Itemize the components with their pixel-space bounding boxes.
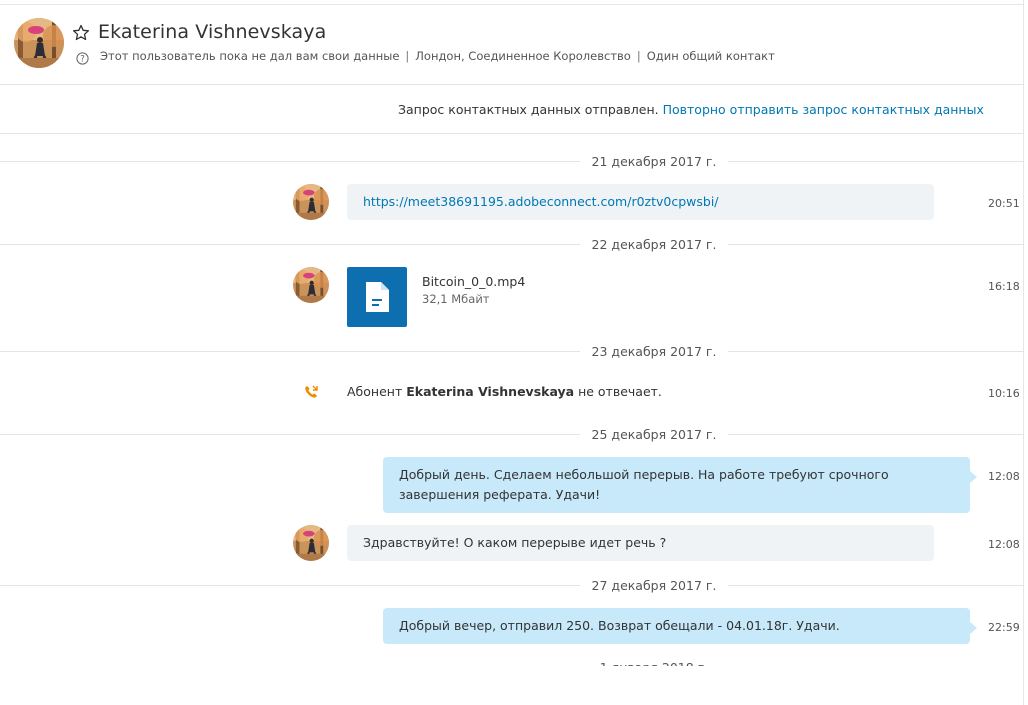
contact-request-bar: Запрос контактных данных отправлен. Повто… — [0, 86, 1023, 134]
sender-avatar[interactable] — [293, 267, 329, 303]
date-label: 22 декабря 2017 г. — [591, 237, 717, 252]
resend-request-link[interactable]: Повторно отправить запрос контактных дан… — [663, 102, 984, 117]
message-text: Добрый день. Сделаем небольшой перерыв. … — [399, 467, 889, 502]
contact-avatar[interactable] — [14, 18, 64, 68]
message-bubble-outgoing[interactable]: Добрый вечер, отправил 250. Возврат обещ… — [383, 608, 977, 644]
meeting-link[interactable]: https://meet38691195.adobeconnect.com/r0… — [363, 194, 719, 209]
date-separator: 23 декабря 2017 г. — [0, 344, 1023, 359]
right-divider — [1023, 0, 1024, 705]
date-separator: 21 декабря 2017 г. — [0, 154, 1023, 169]
favorite-star-icon[interactable] — [72, 24, 90, 42]
message-time: 22:59 — [988, 621, 1020, 634]
message-bubble-outgoing[interactable]: Добрый день. Сделаем небольшой перерыв. … — [383, 457, 977, 513]
contact-header: Ekaterina Vishnevskaya ? Этот пользовате… — [0, 5, 1023, 85]
call-contact-name: Ekaterina Vishnevskaya — [406, 384, 575, 399]
date-separator: 25 декабря 2017 г. — [0, 427, 1023, 442]
file-name[interactable]: Bitcoin_0_0.mp4 — [422, 274, 525, 289]
missed-call-text: Абонент Ekaterina Vishnevskaya не отвеча… — [347, 384, 662, 399]
message-time: 16:18 — [988, 280, 1020, 293]
profile-status-text: Этот пользователь пока не дал вам свои д… — [100, 49, 400, 63]
sender-avatar[interactable] — [293, 525, 329, 561]
file-icon — [366, 282, 389, 312]
date-separator: 22 декабря 2017 г. — [0, 237, 1023, 252]
svg-text:?: ? — [80, 55, 85, 65]
message-time: 10:16 — [988, 387, 1020, 400]
request-status: Запрос контактных данных отправлен. Повто… — [398, 102, 984, 117]
date-label-partial: 1 января 2018 г. — [580, 660, 728, 666]
date-label: 25 декабря 2017 г. — [591, 427, 717, 442]
help-icon[interactable]: ? — [76, 50, 89, 65]
message-bubble-incoming[interactable]: https://meet38691195.adobeconnect.com/r0… — [347, 184, 934, 220]
mutual-contacts-link[interactable]: Один общий контакт — [647, 49, 775, 63]
missed-call-icon — [303, 384, 319, 400]
message-time: 12:08 — [988, 470, 1020, 483]
date-label: 21 декабря 2017 г. — [591, 154, 717, 169]
message-text: Добрый вечер, отправил 250. Возврат обещ… — [399, 618, 840, 633]
message-time: 20:51 — [988, 197, 1020, 210]
date-label: 27 декабря 2017 г. — [591, 578, 717, 593]
request-sent-text: Запрос контактных данных отправлен. — [398, 102, 659, 117]
file-size: 32,1 Мбайт — [422, 292, 490, 306]
contact-name[interactable]: Ekaterina Vishnevskaya — [98, 21, 326, 43]
date-separator: 27 декабря 2017 г. — [0, 578, 1023, 593]
file-thumbnail[interactable] — [347, 267, 407, 327]
message-text: Здравствуйте! О каком перерыве идет речь… — [363, 535, 667, 550]
date-label: 23 декабря 2017 г. — [591, 344, 717, 359]
call-suffix: не отвечает. — [578, 384, 662, 399]
contact-subinfo: Этот пользователь пока не дал вам свои д… — [100, 49, 775, 63]
location-text: Лондон, Соединенное Королевство — [415, 49, 631, 63]
message-time: 12:08 — [988, 538, 1020, 551]
sender-avatar[interactable] — [293, 184, 329, 220]
message-bubble-incoming[interactable]: Здравствуйте! О каком перерыве идет речь… — [347, 525, 934, 561]
call-prefix: Абонент — [347, 384, 403, 399]
